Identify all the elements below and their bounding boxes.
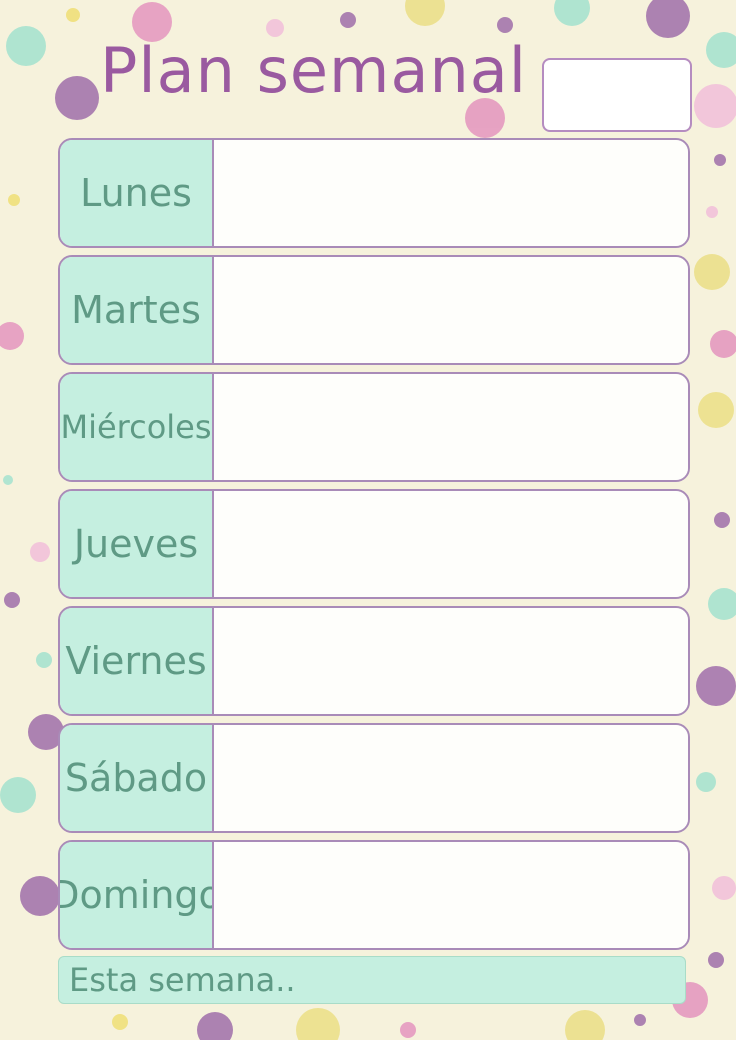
day-notes-area[interactable] bbox=[214, 374, 688, 480]
day-row-miercoles[interactable]: Miércoles bbox=[58, 372, 690, 482]
day-notes-area[interactable] bbox=[214, 491, 688, 597]
day-label: Miércoles bbox=[60, 374, 214, 480]
day-label: Martes bbox=[60, 257, 214, 363]
day-notes-area[interactable] bbox=[214, 257, 688, 363]
day-label: Domingo bbox=[60, 842, 214, 948]
page-title: Plan semanal bbox=[100, 34, 527, 107]
date-box[interactable] bbox=[542, 58, 692, 132]
day-notes-area[interactable] bbox=[214, 842, 688, 948]
day-notes-area[interactable] bbox=[214, 140, 688, 246]
day-row-martes[interactable]: Martes bbox=[58, 255, 690, 365]
day-label: Viernes bbox=[60, 608, 214, 714]
day-notes-area[interactable] bbox=[214, 608, 688, 714]
day-row-domingo[interactable]: Domingo bbox=[58, 840, 690, 950]
day-label: Jueves bbox=[60, 491, 214, 597]
day-label: Sábado bbox=[60, 725, 214, 831]
day-label: Lunes bbox=[60, 140, 214, 246]
day-row-viernes[interactable]: Viernes bbox=[58, 606, 690, 716]
this-week-bar[interactable]: Esta semana.. bbox=[58, 956, 686, 1004]
day-row-lunes[interactable]: Lunes bbox=[58, 138, 690, 248]
this-week-label: Esta semana.. bbox=[69, 961, 296, 999]
day-notes-area[interactable] bbox=[214, 725, 688, 831]
day-row-sabado[interactable]: Sábado bbox=[58, 723, 690, 833]
day-row-jueves[interactable]: Jueves bbox=[58, 489, 690, 599]
